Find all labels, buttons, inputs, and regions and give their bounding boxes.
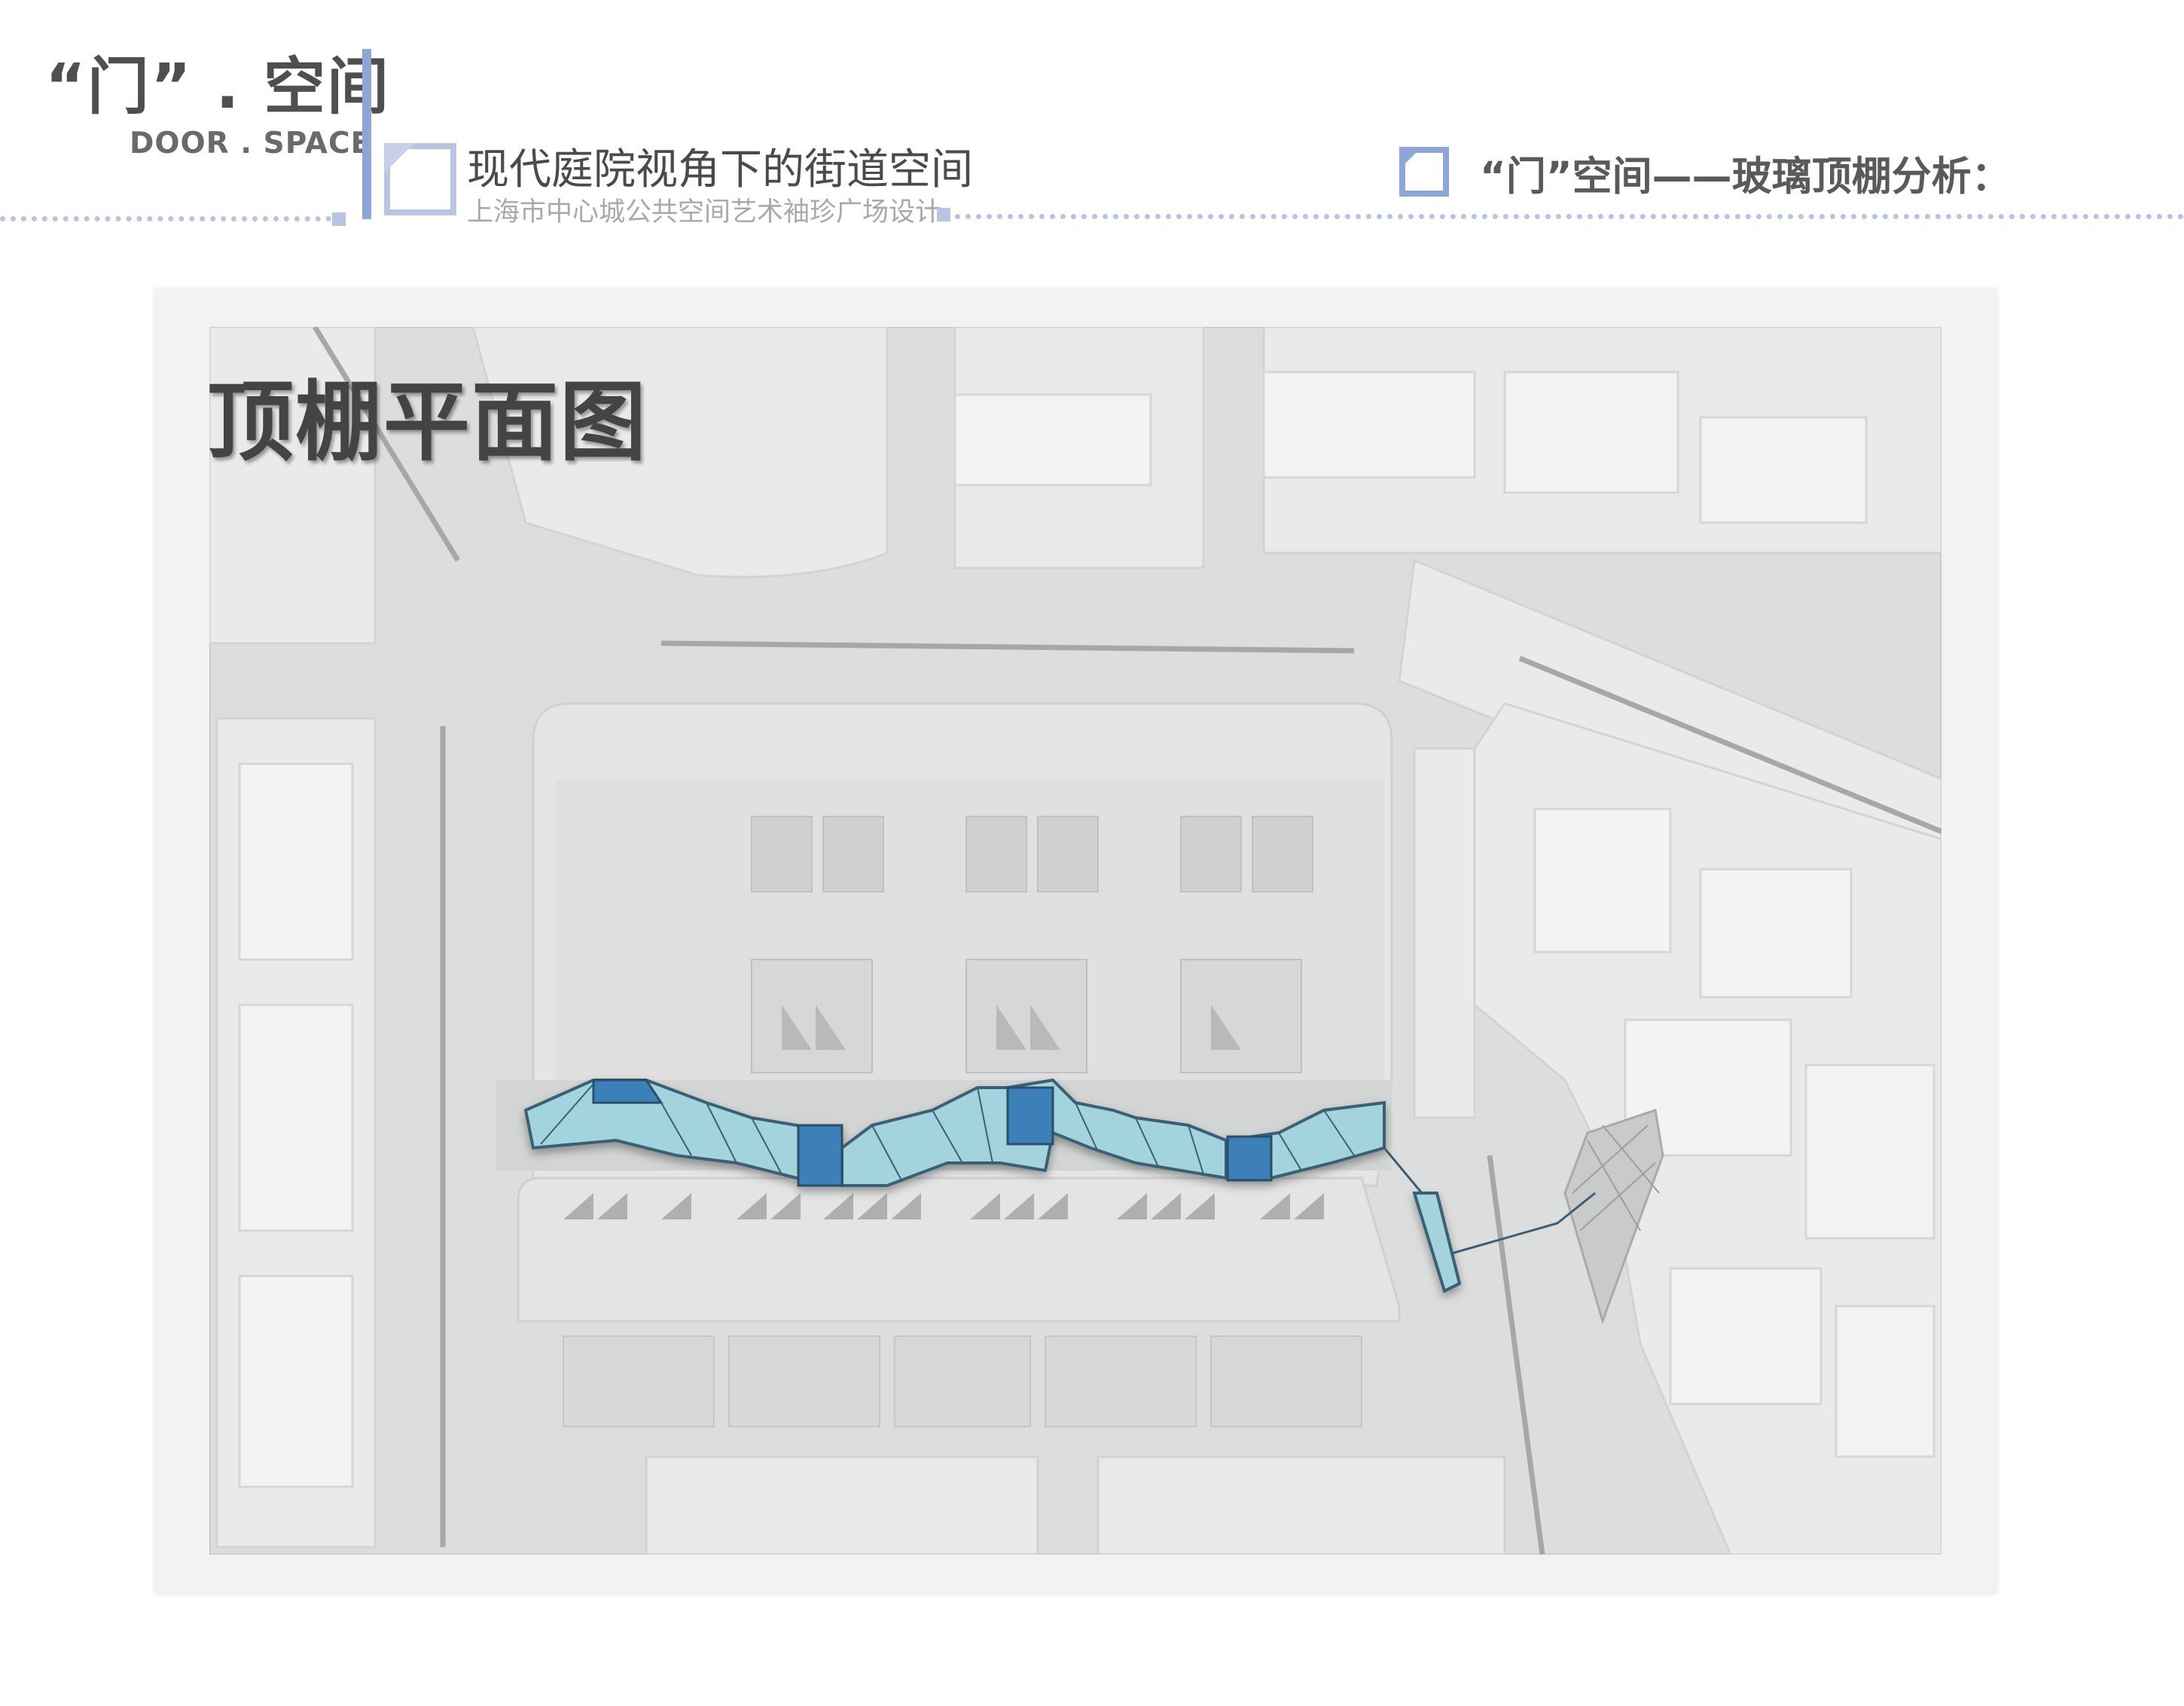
- dotted-rule-right: [955, 214, 2184, 219]
- project-title: 现代庭院视角下的街道空间: [467, 145, 973, 194]
- brand-subtitle: DOOR . SPACE: [130, 127, 372, 160]
- stair-cores: [751, 959, 1302, 1073]
- dotted-rule-end-square: [332, 212, 346, 226]
- vertical-divider: [362, 49, 371, 219]
- dotted-rule-left: [0, 216, 331, 221]
- plan-heading: 顶棚平面图: [207, 372, 648, 473]
- lower-block: [517, 1176, 1401, 1323]
- bracket-frame-icon: [384, 143, 456, 215]
- lower-buildings: [563, 1335, 1362, 1427]
- section-title: “门”空间——玻璃顶棚分析：: [1480, 154, 2012, 200]
- project-subtitle: 上海市中心城公共空间艺术袖珍广场设计: [467, 197, 942, 227]
- section-frame-icon: [1399, 147, 1449, 197]
- brand-title: “门” . 空间: [45, 51, 391, 123]
- canopy-site-plan: [209, 327, 1942, 1555]
- dotted-rule-start-square: [937, 208, 950, 221]
